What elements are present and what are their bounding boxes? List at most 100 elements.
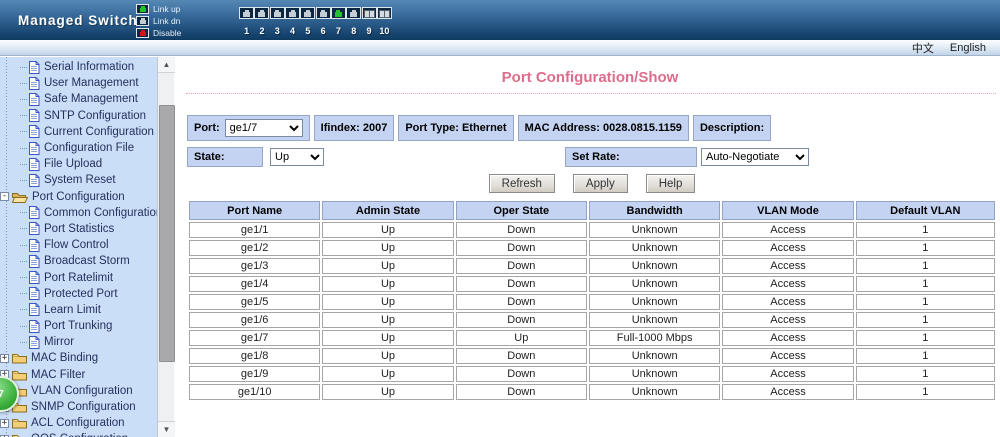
state-select[interactable]: Up (270, 148, 324, 166)
lang-english-link[interactable]: English (950, 42, 986, 54)
expand-toggle-icon[interactable]: + (0, 353, 9, 363)
table-cell: Access (722, 294, 854, 310)
port-number: 7 (335, 26, 341, 36)
port-indicator-9[interactable]: 9 (361, 6, 377, 36)
info-field-mac-address: MAC Address: 0028.0815.1159 (517, 115, 689, 141)
doc-icon (28, 92, 40, 106)
port-indicator-5[interactable]: 5 (300, 6, 316, 36)
table-header-row: Port Name Admin State Oper State Bandwidth V… (189, 201, 995, 220)
sidebar-item-flow-control[interactable]: Flow Control (0, 237, 157, 253)
table-cell: Down (455, 366, 587, 382)
port-indicator-6[interactable]: 6 (315, 6, 331, 36)
doc-icon (28, 125, 40, 139)
table-cell: Down (455, 312, 587, 328)
scroll-up-arrow-icon[interactable]: ▲ (158, 57, 175, 73)
table-cell: Up (322, 258, 454, 274)
column-header-admin-state: Admin State (322, 201, 454, 220)
sidebar-item-snmp-configuration[interactable]: +SNMP Configuration (0, 399, 157, 415)
help-button[interactable]: Help (645, 174, 696, 193)
tree-connector (20, 147, 27, 149)
table-row-ge1-9: ge1/9 Up Down Unknown Access 1 (189, 366, 995, 382)
sidebar-item-port-ratelimit[interactable]: Port Ratelimit (0, 269, 157, 285)
rj45-port-icon (285, 7, 301, 19)
sidebar-item-label: User Management (44, 77, 139, 90)
port-number: 2 (259, 26, 265, 36)
port-indicator-2[interactable]: 2 (254, 6, 270, 36)
sidebar-item-serial-information[interactable]: Serial Information (0, 59, 157, 75)
doc-icon (28, 335, 40, 349)
sidebar-item-sntp-configuration[interactable]: SNTP Configuration (0, 108, 157, 124)
column-header-oper-state: Oper State (455, 201, 587, 220)
sidebar-item-label: Learn Limit (44, 303, 101, 316)
sidebar-item-label: Port Statistics (44, 222, 115, 235)
sidebar-item-configuration-file[interactable]: Configuration File (0, 140, 157, 156)
port-select[interactable]: ge1/7 (224, 119, 303, 137)
sidebar-item-current-configuration[interactable]: Current Configuration (0, 124, 157, 140)
info-field-ifindex: Ifindex: 2007 (313, 115, 395, 141)
table-row-ge1-6: ge1/6 Up Down Unknown Access 1 (189, 312, 995, 328)
tree-connector (20, 212, 27, 214)
legend-item-link-dn: Link dn (136, 15, 181, 26)
sidebar-item-port-statistics[interactable]: Port Statistics (0, 221, 157, 237)
sidebar-item-vlan-configuration[interactable]: +VLAN Configuration (0, 383, 157, 399)
rj45-port-icon (330, 7, 346, 19)
table-cell: Unknown (588, 312, 721, 328)
scrollbar-thumb[interactable] (159, 105, 175, 362)
legend-jack-icon (136, 15, 149, 26)
port-number: 10 (379, 26, 390, 36)
doc-icon (28, 303, 40, 317)
tree-connector (20, 228, 27, 230)
doc-icon (28, 271, 40, 285)
port-indicator-4[interactable]: 4 (285, 6, 301, 36)
sidebar-item-protected-port[interactable]: Protected Port (0, 286, 157, 302)
table-cell: Access (722, 330, 854, 346)
collapse-toggle-icon[interactable]: - (0, 192, 9, 202)
sidebar-item-system-reset[interactable]: System Reset (0, 172, 157, 188)
table-row-ge1-1: ge1/1 Up Down Unknown Access 1 (189, 222, 995, 238)
apply-button[interactable]: Apply (572, 174, 628, 193)
scroll-down-arrow-icon[interactable]: ▼ (158, 421, 175, 437)
port-indicator-1[interactable]: 1 (239, 6, 255, 36)
sidebar-item-file-upload[interactable]: File Upload (0, 156, 157, 172)
lang-chinese-link[interactable]: 中文 (912, 40, 934, 56)
sidebar-item-label: Common Configuration (44, 206, 157, 219)
sidebar-item-mac-filter[interactable]: + MAC Filter (0, 367, 157, 383)
sidebar-item-label: Safe Management (44, 93, 138, 106)
port-indicator-3[interactable]: 3 (269, 6, 285, 36)
sidebar-item-learn-limit[interactable]: Learn Limit (0, 302, 157, 318)
sidebar-item-user-management[interactable]: User Management (0, 75, 157, 91)
sidebar-item-port-configuration[interactable]: - Port Configuration (0, 189, 157, 205)
sidebar-item-broadcast-storm[interactable]: Broadcast Storm (0, 253, 157, 269)
doc-icon (28, 287, 40, 301)
table-cell: 1 (855, 258, 995, 274)
doc-icon (28, 206, 40, 220)
sidebar-item-safe-management[interactable]: Safe Management (0, 91, 157, 107)
sidebar-item-mac-binding[interactable]: + MAC Binding (0, 350, 157, 366)
folder-icon (12, 433, 27, 437)
sidebar-item-common-configuration[interactable]: Common Configuration (0, 205, 157, 221)
sidebar-nav: Serial Information User Management Safe Ma… (0, 57, 157, 437)
table-cell: Access (722, 312, 854, 328)
refresh-button[interactable]: Refresh (488, 174, 555, 193)
sidebar-item-qos-configuration[interactable]: +QOS Configuration (0, 431, 157, 437)
port-indicator-8[interactable]: 8 (346, 6, 362, 36)
table-row-ge1-7: ge1/7 Up Up Full-1000 Mbps Access 1 (189, 330, 995, 346)
table-cell: Access (722, 276, 854, 292)
sidebar-item-acl-configuration[interactable]: + ACL Configuration (0, 415, 157, 431)
table-cell: ge1/6 (189, 312, 321, 328)
port-indicator-7[interactable]: 7 (330, 6, 346, 36)
sidebar-item-port-trunking[interactable]: Port Trunking (0, 318, 157, 334)
port-indicator-10[interactable]: 10 (376, 6, 392, 36)
set-rate-select[interactable]: Auto-Negotiate (701, 148, 809, 166)
table-cell: Down (455, 276, 587, 292)
table-cell: ge1/10 (189, 384, 321, 400)
expand-toggle-icon[interactable]: + (0, 418, 9, 428)
sidebar-item-label: Port Trunking (44, 320, 113, 333)
table-row-ge1-4: ge1/4 Up Down Unknown Access 1 (189, 276, 995, 292)
tree-connector (20, 244, 27, 246)
sidebar-item-mirror[interactable]: Mirror (0, 334, 157, 350)
info-field-description: Description: (692, 115, 772, 141)
table-row-ge1-3: ge1/3 Up Down Unknown Access 1 (189, 258, 995, 274)
sidebar-scrollbar[interactable]: ▲ ▼ (157, 57, 175, 437)
sidebar-item-label: SNMP Configuration (31, 401, 136, 414)
